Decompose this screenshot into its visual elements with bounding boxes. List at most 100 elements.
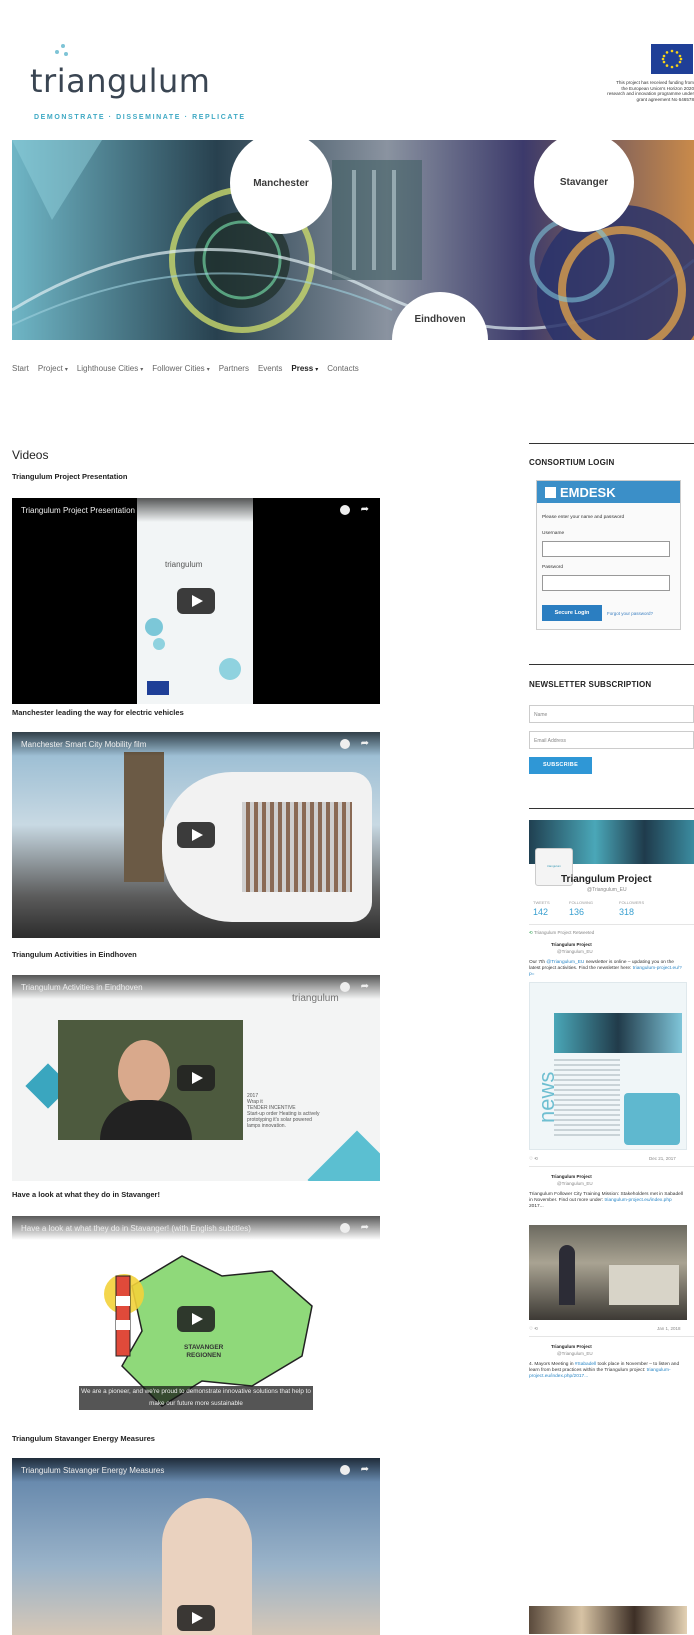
- tweet-mention-link[interactable]: @Triangulum_EU: [546, 960, 584, 965]
- video-title: Triangulum Activities in Eindhoven: [12, 950, 137, 959]
- tweet-text-part: 4. Mayors Meeting in: [529, 1362, 575, 1367]
- video-player[interactable]: STAVANGER REGIONEN Have a look at what t…: [12, 1216, 380, 1422]
- retweet-note-text: Triangulum Project Retweeted: [533, 930, 595, 935]
- subscribe-button[interactable]: SUBSCRIBE: [529, 757, 592, 774]
- chevron-down-icon: ▾: [64, 366, 68, 373]
- nav-item-press[interactable]: Press ▾: [291, 364, 318, 373]
- watch-later-icon[interactable]: [340, 1223, 350, 1233]
- following-count-label: FOLLOWING: [569, 900, 594, 905]
- tweet-hashtag-link[interactable]: #Sabadell: [575, 1362, 596, 1367]
- username-input[interactable]: [542, 541, 670, 557]
- tweet-handle[interactable]: @Triangulum_EU: [557, 1181, 593, 1186]
- tweet-author[interactable]: Triangulum Project: [551, 942, 592, 947]
- play-button[interactable]: [177, 1065, 215, 1091]
- nav-item-label: Press: [291, 363, 314, 373]
- video-player[interactable]: triangulum Triangulum Project Presentati…: [12, 498, 380, 704]
- video-player-title[interactable]: Triangulum Stavanger Energy Measures: [21, 1466, 164, 1475]
- consortium-login-title: CONSORTIUM LOGIN: [529, 458, 615, 467]
- video-player-title[interactable]: Have a look at what they do in Stavanger…: [21, 1224, 251, 1233]
- share-icon[interactable]: ➦: [361, 738, 369, 749]
- play-button[interactable]: [177, 1605, 215, 1631]
- nav-item-follower-cities[interactable]: Follower Cities ▾: [152, 364, 209, 373]
- main-navigation: Start Project ▾ Lighthouse Cities ▾ Follower …: [12, 360, 368, 376]
- play-button[interactable]: [177, 822, 215, 848]
- reply-icon[interactable]: ♡ ⟲: [529, 1156, 538, 1162]
- watch-later-icon[interactable]: [340, 982, 350, 992]
- tweet-text: 4. Mayors Meeting in #Sabadell took plac…: [529, 1362, 684, 1380]
- tweet-url-link[interactable]: triangulum-project.eu/index.php: [604, 1198, 671, 1203]
- share-icon[interactable]: ➦: [361, 504, 369, 515]
- video-player-title[interactable]: Triangulum Project Presentation: [21, 506, 135, 515]
- widget-divider: [529, 664, 694, 665]
- nav-item-label: Events: [257, 363, 283, 373]
- share-icon[interactable]: ➦: [361, 1222, 369, 1233]
- share-icon[interactable]: ➦: [361, 1464, 369, 1475]
- twitter-profile-name[interactable]: Triangulum Project: [561, 874, 652, 885]
- play-button[interactable]: [177, 588, 215, 614]
- watch-later-icon[interactable]: [340, 505, 350, 515]
- tweet-photo[interactable]: [529, 1225, 687, 1320]
- secure-login-button[interactable]: Secure Login: [542, 605, 602, 621]
- newsletter-email-input[interactable]: Email Address: [529, 731, 694, 749]
- tweet-text: Our 7th @Triangulum_EU newsletter is onl…: [529, 960, 684, 978]
- twitter-profile-handle[interactable]: @Triangulum_EU: [587, 887, 627, 893]
- video-player[interactable]: Manchester Smart City Mobility film ➦: [12, 732, 380, 938]
- emdesk-login-panel: EMDESK Please enter your name and passwo…: [536, 480, 681, 630]
- video-scene-portrait: [58, 1020, 243, 1140]
- video-title: Triangulum Stavanger Energy Measures: [12, 1434, 155, 1443]
- share-icon[interactable]: ➦: [361, 981, 369, 992]
- password-input[interactable]: [542, 575, 670, 591]
- tweet-separator: [529, 924, 694, 925]
- nav-item-events[interactable]: Events: [258, 364, 282, 373]
- retweet-note: ⟲ Triangulum Project Retweeted: [529, 930, 594, 936]
- tweet-handle[interactable]: @Triangulum_EU: [557, 1351, 593, 1356]
- nav-item-lighthouse-cities[interactable]: Lighthouse Cities ▾: [77, 364, 143, 373]
- video-player[interactable]: 2017 Wrap it TENDER INCENTIVE Start-up o…: [12, 975, 380, 1181]
- nav-item-label: Project: [37, 363, 63, 373]
- hero-banner: Manchester Stavanger Eindhoven: [12, 140, 694, 340]
- followers-count-label: FOLLOWERS: [619, 900, 645, 905]
- tweet-author[interactable]: Triangulum Project: [551, 1344, 592, 1349]
- reply-icon[interactable]: ♡ ⟲: [529, 1326, 538, 1332]
- forgot-password-link[interactable]: Forgot your password?: [607, 611, 653, 616]
- tweet-date[interactable]: Jan 1, 2018: [657, 1326, 681, 1331]
- nav-item-label: Partners: [218, 363, 249, 373]
- watch-later-icon[interactable]: [340, 739, 350, 749]
- site-header: triangulum DEMONSTRATE · DISSEMINATE · R…: [0, 0, 694, 140]
- tweet-photo[interactable]: [529, 1606, 687, 1634]
- nav-item-partners[interactable]: Partners: [219, 364, 249, 373]
- tweet-handle[interactable]: @Triangulum_EU: [557, 949, 593, 954]
- play-button[interactable]: [177, 1306, 215, 1332]
- nav-item-contacts[interactable]: Contacts: [327, 364, 359, 373]
- newsletter-title: NEWSLETTER SUBSCRIPTION: [529, 680, 652, 689]
- video-scene-map-label: STAVANGER REGIONEN: [184, 1344, 224, 1359]
- nav-item-project[interactable]: Project ▾: [38, 364, 68, 373]
- widget-divider: [529, 808, 694, 809]
- tweets-count-label: TWEETS: [533, 900, 550, 905]
- watch-later-icon[interactable]: [340, 1465, 350, 1475]
- page-title: Videos: [12, 448, 49, 462]
- chevron-down-icon: ▾: [315, 366, 319, 373]
- video-title: Manchester leading the way for electric …: [12, 708, 184, 717]
- emdesk-logo-icon: [545, 487, 556, 498]
- video-player-title[interactable]: Triangulum Activities in Eindhoven: [21, 983, 143, 992]
- tweet-newsletter-image[interactable]: news: [529, 982, 687, 1150]
- tweets-count[interactable]: 142: [533, 907, 548, 917]
- tweet-text-part: 2017...: [529, 1204, 544, 1209]
- video-scene-caption: 2017 Wrap it TENDER INCENTIVE Start-up o…: [247, 1093, 320, 1129]
- tweet-text-part: Our 7th: [529, 960, 547, 965]
- tweet-date[interactable]: Dec 21, 2017: [649, 1156, 676, 1161]
- video-title: Triangulum Project Presentation: [12, 472, 128, 481]
- site-logo[interactable]: triangulum: [30, 62, 210, 100]
- following-count[interactable]: 136: [569, 907, 584, 917]
- tweet-author[interactable]: Triangulum Project: [551, 1174, 592, 1179]
- nav-item-label: Start: [12, 363, 29, 373]
- video-title: Have a look at what they do in Stavanger…: [12, 1190, 160, 1199]
- nav-item-start[interactable]: Start: [12, 364, 29, 373]
- newsletter-name-input[interactable]: Name: [529, 705, 694, 723]
- nav-item-label: Lighthouse Cities: [76, 363, 139, 373]
- video-player-title[interactable]: Manchester Smart City Mobility film: [21, 740, 146, 749]
- followers-count[interactable]: 318: [619, 907, 634, 917]
- chevron-down-icon: ▾: [206, 366, 210, 373]
- video-player[interactable]: Triangulum Stavanger Energy Measures ➦: [12, 1458, 380, 1635]
